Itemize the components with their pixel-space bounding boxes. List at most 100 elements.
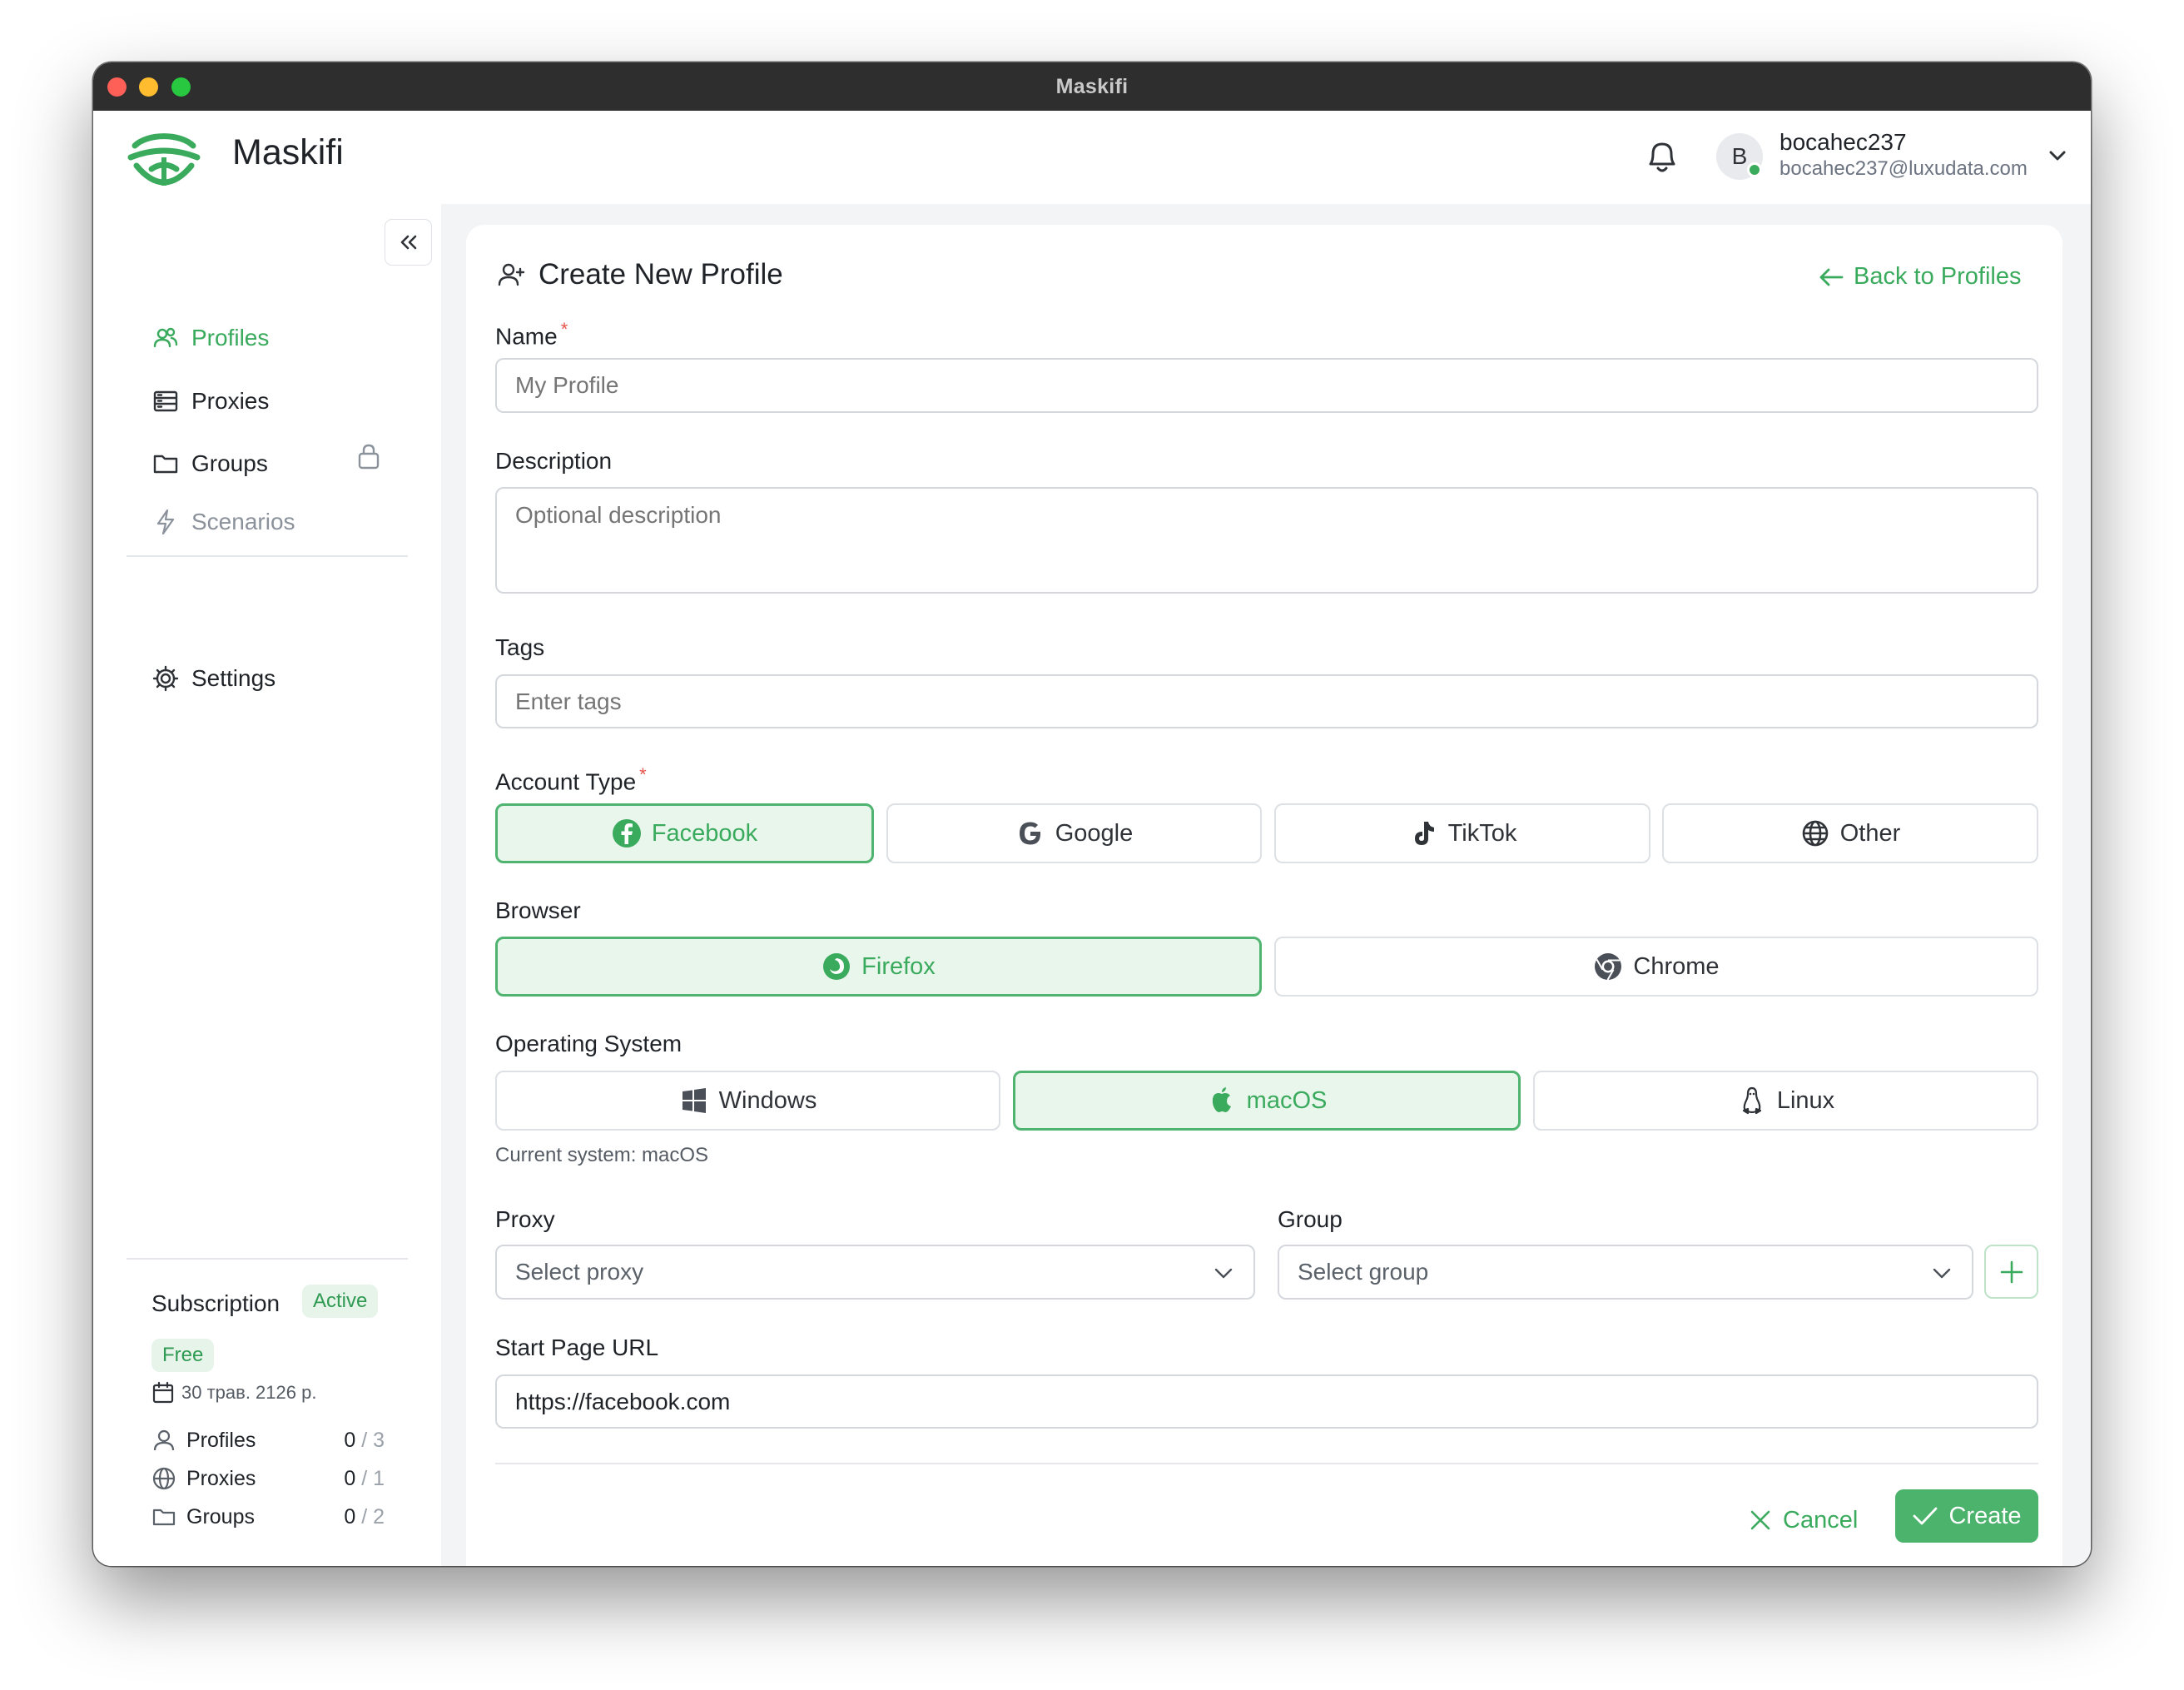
usage-row-groups: Groups 0 / 2 (151, 1504, 385, 1530)
window-titlebar: Maskifi (93, 62, 2091, 111)
user-name: bocahec237 (1779, 129, 1907, 155)
zoom-window-button[interactable] (171, 77, 191, 97)
proxy-label: Proxy (495, 1206, 555, 1232)
facebook-icon (612, 819, 641, 847)
cancel-label: Cancel (1783, 1506, 1859, 1533)
group-select[interactable]: Select group (1278, 1245, 1973, 1300)
chevron-down-icon (1933, 1268, 1951, 1279)
lightning-icon (156, 509, 175, 535)
subscription-divider (127, 1258, 408, 1260)
user-menu-chevron-down-icon[interactable] (2046, 146, 2069, 166)
app-header: Maskifi B bocahec237 bocahec237@luxudata… (93, 111, 2091, 204)
form-footer-divider (495, 1463, 2038, 1464)
account-type-label-text: Account Type (495, 768, 637, 795)
tags-input[interactable] (495, 674, 2038, 728)
usage-row-profiles: Profiles 0 / 3 (151, 1427, 385, 1454)
account-type-label: Account Type * (495, 764, 647, 795)
chrome-icon (1595, 953, 1622, 981)
back-to-profiles-link[interactable]: Back to Profiles (1817, 263, 2021, 291)
option-label: Facebook (651, 819, 758, 847)
proxy-select-value: Select proxy (515, 1259, 644, 1285)
sidebar-item-proxies[interactable]: Proxies (151, 383, 269, 420)
browser-chrome[interactable]: Chrome (1274, 937, 2038, 997)
sidebar-item-profiles[interactable]: Profiles (151, 320, 269, 356)
avatar-initial: B (1731, 143, 1748, 169)
sidebar-item-settings[interactable]: Settings (151, 660, 275, 697)
required-marker: * (639, 764, 647, 785)
subscription-date: 30 трав. 2126 р. (151, 1381, 316, 1404)
usage-used: 0 (344, 1466, 356, 1490)
arrow-left-icon (1819, 268, 1844, 286)
form-title: Create New Profile (497, 258, 783, 291)
folder-icon (153, 455, 178, 474)
checkmark-icon (1913, 1507, 1938, 1525)
sidebar-item-label: Scenarios (191, 509, 295, 534)
name-label-text: Name (495, 323, 558, 350)
sidebar-divider (127, 555, 408, 557)
sidebar-item-label: Groups (191, 450, 268, 476)
sidebar-item-label: Proxies (191, 388, 270, 414)
usage-used: 0 (344, 1428, 356, 1452)
account-type-google[interactable]: Google (886, 803, 1262, 863)
start-url-input[interactable] (495, 1374, 2038, 1429)
usage-row-proxies: Proxies 0 / 1 (151, 1465, 385, 1492)
os-linux[interactable]: Linux (1533, 1071, 2038, 1131)
browser-label: Browser (495, 897, 581, 923)
os-windows[interactable]: Windows (495, 1071, 1000, 1131)
tiktok-icon (1414, 822, 1434, 845)
users-icon (153, 327, 178, 348)
notifications-bell-icon[interactable] (1644, 136, 1680, 177)
option-label: TikTok (1447, 819, 1517, 847)
name-input[interactable] (495, 358, 2038, 413)
minimize-window-button[interactable] (139, 77, 158, 97)
globe-icon (152, 1467, 176, 1490)
sidebar-item-scenarios[interactable]: Scenarios (151, 504, 295, 540)
os-macos[interactable]: macOS (1013, 1071, 1521, 1131)
create-button[interactable]: Create (1895, 1489, 2038, 1543)
usage-value: 0 / 3 (344, 1429, 385, 1453)
option-label: Google (1055, 819, 1134, 847)
proxy-select[interactable]: Select proxy (495, 1245, 1255, 1300)
window-title: Maskifi (1055, 74, 1129, 98)
option-label: Chrome (1633, 952, 1720, 980)
cancel-button[interactable]: Cancel (1748, 1495, 1858, 1545)
subscription-status-badge: Active (302, 1285, 379, 1318)
tags-label: Tags (495, 634, 545, 660)
description-label: Description (495, 448, 613, 474)
close-window-button[interactable] (107, 77, 127, 97)
chevron-down-icon (1214, 1268, 1233, 1279)
option-label: Firefox (861, 952, 936, 980)
sidebar-item-groups[interactable]: Groups (151, 445, 268, 482)
account-type-other[interactable]: Other (1662, 803, 2038, 863)
subscription-date-text: 30 трав. 2126 р. (181, 1382, 317, 1403)
collapse-sidebar-button[interactable] (385, 219, 432, 266)
calendar-icon (152, 1381, 174, 1404)
linux-penguin-icon (1742, 1086, 1761, 1115)
group-label: Group (1278, 1206, 1343, 1232)
sidebar-item-label: Profiles (191, 325, 270, 350)
server-icon (153, 390, 178, 412)
description-textarea[interactable] (495, 487, 2038, 594)
start-url-label: Start Page URL (495, 1335, 659, 1360)
browser-firefox[interactable]: Firefox (495, 937, 1262, 997)
user-plus-icon (498, 263, 525, 286)
group-select-value: Select group (1298, 1259, 1429, 1285)
add-group-button[interactable] (1984, 1245, 2038, 1299)
usage-max: / 2 (361, 1504, 385, 1528)
apple-icon (1212, 1087, 1231, 1112)
sidebar-item-label: Settings (191, 665, 276, 691)
lock-icon (358, 444, 380, 470)
option-label: macOS (1246, 1086, 1328, 1114)
google-icon (1019, 822, 1040, 845)
account-type-tiktok[interactable]: TikTok (1274, 803, 1650, 863)
windows-icon (682, 1088, 706, 1113)
usage-used: 0 (344, 1504, 356, 1528)
maskifi-logo-icon (127, 133, 201, 186)
close-icon (1750, 1510, 1770, 1530)
os-label: Operating System (495, 1031, 682, 1056)
create-label: Create (1948, 1502, 2022, 1529)
option-label: Other (1839, 819, 1901, 847)
usage-label: Groups (186, 1504, 255, 1528)
account-type-facebook[interactable]: Facebook (495, 803, 874, 863)
name-label: Name * (495, 319, 568, 350)
